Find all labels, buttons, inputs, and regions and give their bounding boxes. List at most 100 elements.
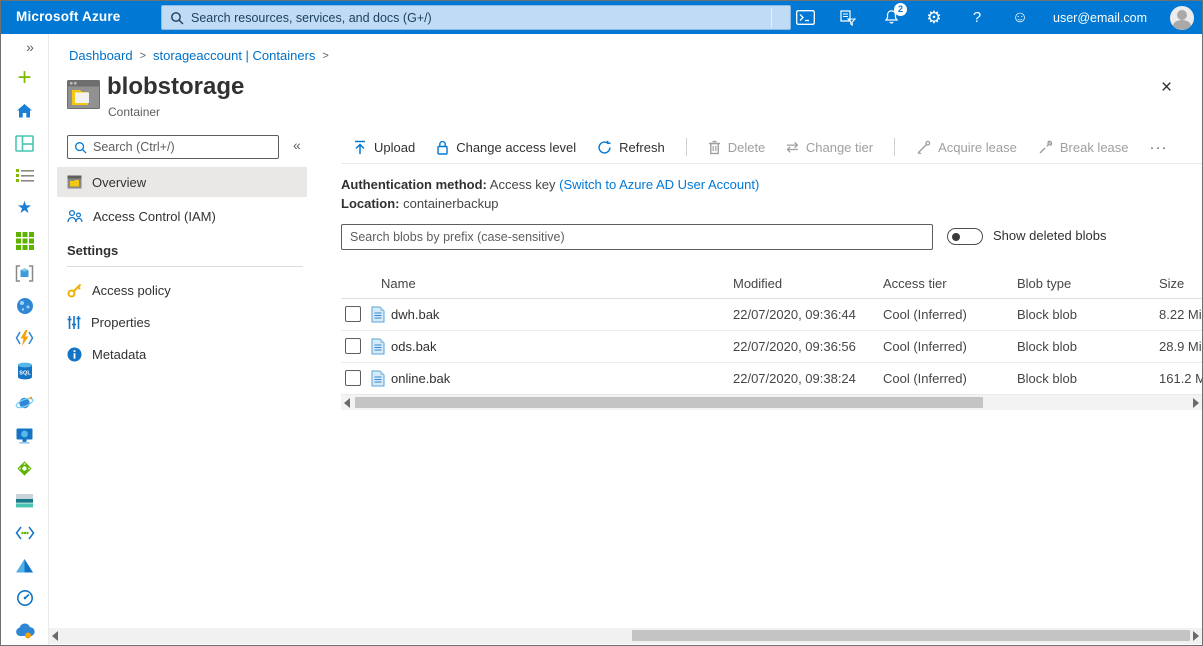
blade-menu: « Overview Access Control (IAM) Settings…	[49, 131, 341, 627]
blob-name[interactable]: dwh.bak	[391, 307, 439, 322]
table-row[interactable]: dwh.bak 22/07/2020, 09:36:44 Cool (Infer…	[341, 299, 1202, 331]
blob-prefix-search-input[interactable]	[341, 224, 933, 250]
blob-type: Block blob	[1017, 371, 1077, 386]
menu-item-overview[interactable]: Overview	[57, 167, 307, 197]
virtual-machines-icon[interactable]	[15, 426, 35, 445]
azure-active-directory-icon[interactable]	[15, 556, 35, 575]
avatar[interactable]	[1170, 6, 1194, 30]
advisor-icon[interactable]	[15, 621, 35, 640]
expand-sidebar-icon[interactable]: »	[20, 39, 40, 55]
all-resources-icon[interactable]	[15, 231, 35, 250]
location-value: containerbackup	[403, 196, 498, 211]
change-tier-button[interactable]: ⇄ Change tier	[786, 140, 873, 155]
menu-item-access-control-iam[interactable]: Access Control (IAM)	[57, 201, 307, 231]
load-balancers-icon[interactable]	[15, 459, 35, 478]
row-checkbox[interactable]	[345, 370, 361, 386]
trash-icon	[708, 140, 721, 155]
global-search-input[interactable]	[191, 11, 782, 25]
notifications-bell-icon[interactable]: 2	[881, 8, 901, 28]
column-header-access-tier[interactable]: Access tier	[883, 276, 947, 291]
breadcrumb-separator: >	[140, 50, 146, 62]
auth-method-line: Authentication method: Access key (Switc…	[341, 175, 759, 194]
blob-type: Block blob	[1017, 307, 1077, 322]
blob-filter-row: Show deleted blobs	[341, 224, 1202, 250]
left-rail: » + ★ SQL	[1, 34, 49, 645]
column-header-blob-type[interactable]: Blob type	[1017, 276, 1071, 291]
cloud-shell-icon[interactable]	[795, 8, 815, 28]
switch-auth-link[interactable]: (Switch to Azure AD User Account)	[559, 177, 759, 192]
table-header: Name Modified Access tier Blob type Size	[341, 269, 1202, 299]
change-access-level-button[interactable]: Change access level	[436, 140, 576, 155]
toggle-knob	[952, 233, 960, 241]
settings-gear-icon[interactable]: ⚙	[924, 8, 944, 28]
directory-filter-icon[interactable]	[838, 8, 858, 28]
more-commands-icon[interactable]: ···	[1150, 139, 1168, 156]
scroll-right-arrow[interactable]	[1193, 398, 1199, 408]
info-icon	[67, 347, 82, 362]
blob-name[interactable]: online.bak	[391, 371, 450, 386]
menu-item-label: Access Control (IAM)	[93, 209, 216, 224]
collapse-menu-icon[interactable]: «	[293, 137, 301, 153]
monitor-gauge-icon[interactable]	[15, 589, 35, 608]
breadcrumb: Dashboard > storageaccount | Containers …	[69, 48, 329, 63]
break-lease-icon	[1038, 140, 1053, 155]
breadcrumb-containers[interactable]: storageaccount | Containers	[153, 48, 315, 63]
scroll-right-arrow[interactable]	[1193, 631, 1199, 641]
blob-size: 161.2 MiB	[1159, 371, 1203, 386]
column-header-size[interactable]: Size	[1159, 276, 1184, 291]
break-lease-button[interactable]: Break lease	[1038, 140, 1129, 155]
acquire-lease-button[interactable]: Acquire lease	[916, 140, 1017, 155]
scrollbar-thumb[interactable]	[355, 397, 983, 408]
menu-item-label: Metadata	[92, 347, 146, 362]
user-email[interactable]: user@email.com	[1053, 11, 1147, 25]
refresh-button[interactable]: Refresh	[597, 140, 665, 155]
row-checkbox[interactable]	[345, 338, 361, 354]
menu-item-metadata[interactable]: Metadata	[57, 339, 307, 369]
create-resource-icon[interactable]: +	[15, 69, 35, 88]
page-horizontal-scrollbar[interactable]	[49, 628, 1202, 644]
table-row[interactable]: online.bak 22/07/2020, 09:38:24 Cool (In…	[341, 363, 1202, 395]
auth-method-label: Authentication method:	[341, 177, 487, 192]
container-icon	[67, 80, 100, 114]
menu-item-access-policy[interactable]: Access policy	[57, 275, 307, 305]
home-icon[interactable]	[15, 101, 35, 120]
table-horizontal-scrollbar[interactable]	[341, 395, 1202, 410]
virtual-networks-icon[interactable]	[15, 524, 35, 543]
scroll-left-arrow[interactable]	[52, 631, 58, 641]
help-icon[interactable]: ?	[967, 8, 987, 28]
favorites-star-icon[interactable]: ★	[15, 199, 35, 218]
storage-accounts-icon[interactable]	[15, 491, 35, 510]
table-row[interactable]: ods.bak 22/07/2020, 09:36:56 Cool (Infer…	[341, 331, 1202, 363]
sql-databases-icon[interactable]: SQL	[15, 361, 35, 380]
scroll-left-arrow[interactable]	[344, 398, 350, 408]
upload-button[interactable]: Upload	[353, 140, 415, 155]
toolbar: Upload Change access level Refresh Delet…	[341, 131, 1202, 164]
all-services-icon[interactable]	[15, 166, 35, 185]
scrollbar-thumb[interactable]	[632, 630, 1190, 641]
cosmos-db-icon[interactable]	[15, 394, 35, 413]
global-search-box[interactable]	[161, 5, 791, 30]
resource-groups-icon[interactable]	[15, 264, 35, 283]
delete-button[interactable]: Delete	[708, 140, 766, 155]
lock-icon	[436, 140, 449, 155]
menu-search-box[interactable]	[67, 135, 279, 159]
menu-item-label: Access policy	[92, 283, 171, 298]
menu-item-properties[interactable]: Properties	[57, 307, 307, 337]
app-services-globe-icon[interactable]	[15, 296, 35, 315]
show-deleted-blobs-toggle[interactable]	[947, 228, 983, 245]
container-info: Authentication method: Access key (Switc…	[341, 175, 759, 213]
function-app-icon[interactable]	[15, 329, 35, 348]
feedback-smiley-icon[interactable]: ☺	[1010, 8, 1030, 28]
topbar-actions: 2 ⚙ ? ☺ user@email.com	[771, 1, 1194, 34]
break-lease-label: Break lease	[1060, 140, 1129, 155]
dashboard-icon[interactable]	[15, 134, 35, 153]
menu-item-label: Properties	[91, 315, 150, 330]
column-header-name[interactable]: Name	[381, 276, 416, 291]
azure-logo[interactable]: Microsoft Azure	[16, 9, 121, 24]
blob-name[interactable]: ods.bak	[391, 339, 437, 354]
breadcrumb-dashboard[interactable]: Dashboard	[69, 48, 133, 63]
menu-search-input[interactable]	[93, 140, 272, 154]
row-checkbox[interactable]	[345, 306, 361, 322]
column-header-modified[interactable]: Modified	[733, 276, 782, 291]
close-blade-icon[interactable]: ×	[1161, 77, 1172, 99]
